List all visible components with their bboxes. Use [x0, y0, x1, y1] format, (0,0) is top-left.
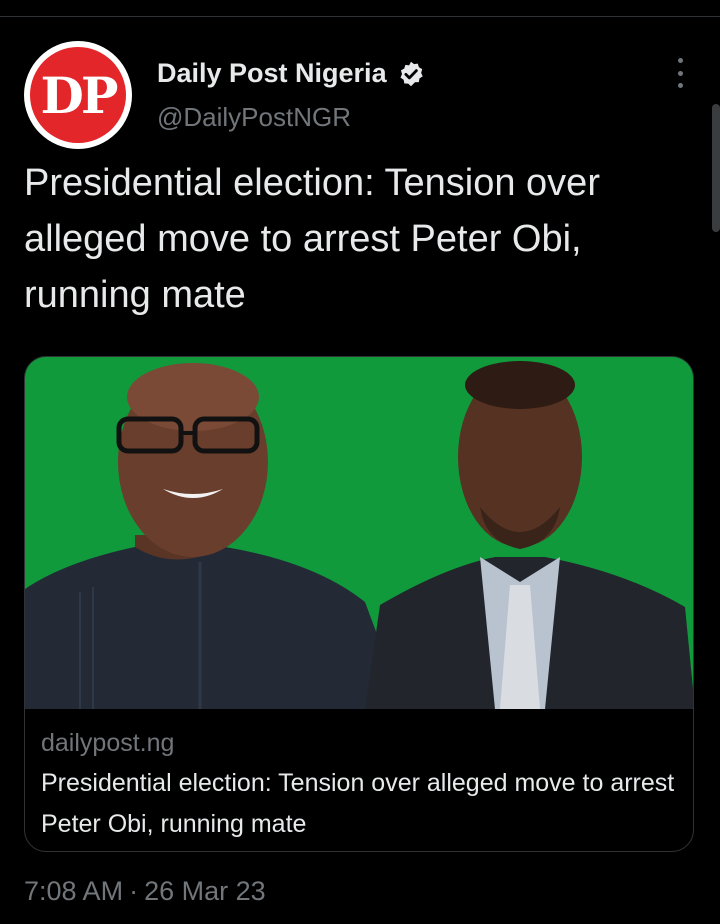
card-domain: dailypost.ng — [41, 729, 175, 757]
top-divider — [0, 16, 720, 17]
tweet-timestamp[interactable]: 7:08 AM · 26 Mar 23 — [24, 876, 266, 907]
card-image[interactable] — [25, 357, 693, 709]
card-title: Presidential election: Tension over alle… — [41, 769, 675, 838]
tweet-text: Presidential election: Tension over alle… — [24, 162, 600, 316]
avatar[interactable]: DP — [24, 41, 132, 149]
author-handle[interactable]: @DailyPostNGR — [157, 102, 351, 133]
timestamp-separator: · — [129, 876, 139, 906]
tweet-time: 7:08 AM — [24, 876, 124, 906]
avatar-logo: DP — [30, 47, 126, 143]
card-photo-illustration — [25, 357, 693, 709]
link-card[interactable]: dailypost.ng Presidential election: Tens… — [24, 356, 694, 852]
verified-badge-icon — [400, 61, 423, 86]
more-options-icon[interactable] — [668, 58, 692, 88]
display-name[interactable]: Daily Post Nigeria — [157, 58, 387, 89]
author-name-row[interactable]: Daily Post Nigeria — [157, 58, 425, 89]
tweet-date: 26 Mar 23 — [144, 876, 266, 906]
scrollbar[interactable] — [712, 104, 720, 232]
